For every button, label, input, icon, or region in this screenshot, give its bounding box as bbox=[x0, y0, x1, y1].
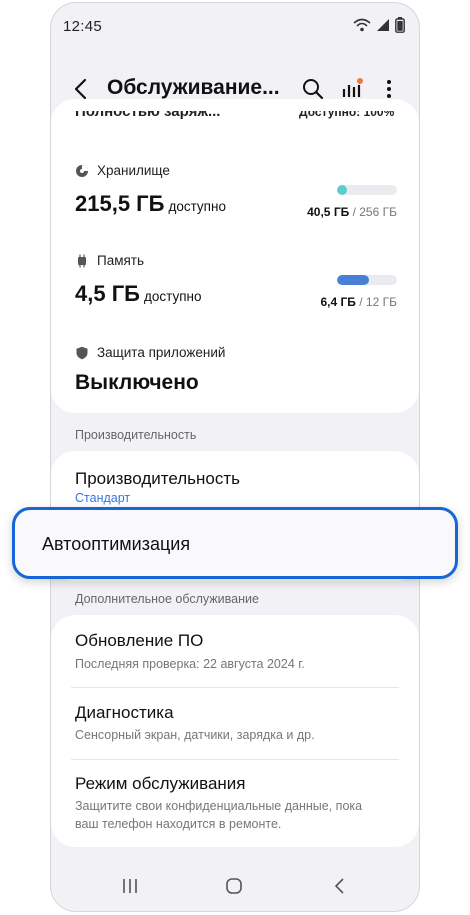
diagnostics-sub: Сенсорный экран, датчики, зарядка и др. bbox=[75, 728, 315, 742]
memory-chip-icon bbox=[78, 254, 86, 267]
battery-icon bbox=[395, 17, 405, 33]
storage-bar bbox=[337, 185, 397, 195]
status-time: 12:45 bbox=[63, 18, 103, 35]
performance-item-mode: Стандарт bbox=[75, 491, 131, 505]
signal-icon bbox=[377, 19, 389, 31]
shield-icon bbox=[76, 346, 88, 359]
storage-used: 40,5 ГБ bbox=[307, 205, 350, 219]
app-protection-item[interactable]: Защита приложений bbox=[75, 345, 225, 360]
memory-bar bbox=[337, 275, 397, 285]
extra-card: Обновление ПО Последняя проверка: 22 авг… bbox=[51, 615, 419, 847]
page-title: Обслуживание... bbox=[107, 76, 280, 99]
storage-label: Хранилище bbox=[97, 163, 170, 178]
storage-amount: 215,5 ГБ bbox=[75, 191, 165, 216]
storage-bar-fill bbox=[337, 185, 347, 195]
auto-optimization-item[interactable]: Автооптимизация bbox=[12, 507, 458, 579]
memory-usage: 6,4 ГБ / 12 ГБ bbox=[320, 295, 397, 309]
navigation-bar bbox=[51, 861, 419, 911]
phone-frame: 12:45 Обслуживание... Полностью заряж...… bbox=[50, 2, 420, 912]
divider bbox=[71, 759, 399, 760]
memory-total: / 12 ГБ bbox=[359, 295, 397, 309]
storage-value: 215,5 ГБ доступно bbox=[75, 191, 226, 217]
memory-bar-fill bbox=[337, 275, 369, 285]
memory-suffix: доступно bbox=[143, 289, 202, 304]
storage-total: / 256 ГБ bbox=[352, 205, 397, 219]
wifi-icon bbox=[353, 18, 371, 32]
back-nav-icon[interactable] bbox=[331, 877, 349, 895]
maintenance-mode-sub: Защитите свои конфиденциальные данные, п… bbox=[75, 799, 363, 831]
storage-usage: 40,5 ГБ / 256 ГБ bbox=[307, 205, 397, 219]
divider bbox=[71, 687, 399, 688]
storage-suffix: доступно bbox=[168, 199, 226, 214]
app-protection-value: Выключено bbox=[75, 371, 199, 394]
memory-label: Память bbox=[97, 253, 145, 268]
performance-item-title[interactable]: Производительность bbox=[75, 469, 240, 489]
memory-amount: 4,5 ГБ bbox=[75, 281, 140, 306]
extra-section-header: Дополнительное обслуживание bbox=[75, 592, 259, 606]
clipped-battery-value: Доступно: 100% bbox=[299, 111, 395, 119]
storage-item[interactable]: Хранилище bbox=[75, 163, 170, 178]
memory-value: 4,5 ГБ доступно bbox=[75, 281, 201, 307]
diagnostics-title: Диагностика bbox=[75, 703, 174, 722]
maintenance-mode-title: Режим обслуживания bbox=[75, 774, 246, 793]
performance-section-header: Производительность bbox=[75, 428, 197, 442]
home-icon[interactable] bbox=[225, 877, 243, 895]
status-bar: 12:45 bbox=[51, 3, 419, 47]
memory-item[interactable]: Память bbox=[75, 253, 144, 268]
back-arrow-icon[interactable] bbox=[71, 77, 93, 101]
status-card: Полностью заряж... Доступно: 100% Хранил… bbox=[51, 99, 419, 413]
software-update-title: Обновление ПО bbox=[75, 631, 204, 650]
app-protection-label: Защита приложений bbox=[97, 345, 226, 360]
auto-optimization-label: Автооптимизация bbox=[42, 534, 191, 554]
recent-apps-icon[interactable] bbox=[121, 877, 139, 895]
pie-chart-icon bbox=[76, 164, 88, 177]
memory-used: 6,4 ГБ bbox=[320, 295, 356, 309]
software-update-sub: Последняя проверка: 22 августа 2024 г. bbox=[75, 657, 305, 671]
status-icons bbox=[353, 17, 405, 33]
clipped-battery-label: Полностью заряж... bbox=[75, 111, 221, 120]
